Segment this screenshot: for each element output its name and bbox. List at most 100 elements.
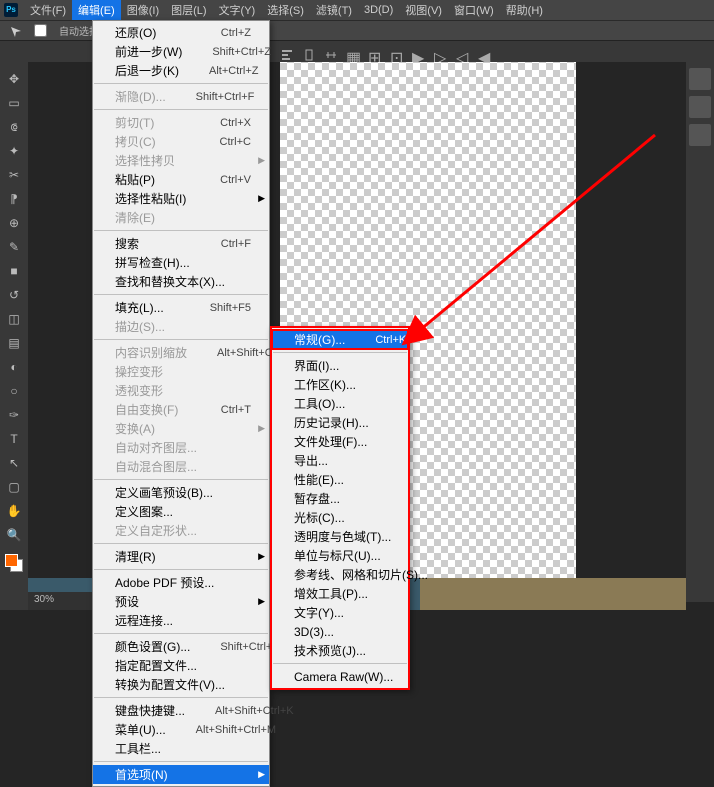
color-swatch[interactable] xyxy=(5,554,23,572)
right-panel-rail xyxy=(686,62,714,602)
menu-item[interactable]: 工作区(K)... xyxy=(272,375,408,394)
menu-window[interactable]: 窗口(W) xyxy=(448,0,500,20)
crop-tool[interactable]: ✂ xyxy=(3,164,25,186)
healing-tool[interactable]: ⊕ xyxy=(3,212,25,234)
lasso-tool[interactable]: ⟃ xyxy=(3,116,25,138)
wand-tool[interactable]: ✦ xyxy=(3,140,25,162)
stamp-tool[interactable]: ■ xyxy=(3,260,25,282)
panel-icon-1[interactable] xyxy=(689,68,711,90)
menu-item[interactable]: 界面(I)... xyxy=(272,356,408,375)
foreground-color-swatch[interactable] xyxy=(5,554,18,567)
menu-item[interactable]: 透明度与色域(T)... xyxy=(272,527,408,546)
menu-item[interactable]: 工具(O)... xyxy=(272,394,408,413)
menu-edit[interactable]: 编辑(E) xyxy=(72,0,121,20)
submenu-arrow-icon: ▶ xyxy=(258,155,265,166)
menu-item[interactable]: 技术预览(J)... xyxy=(272,641,408,660)
menu-item-label: 选择性拷贝 xyxy=(115,152,175,169)
panel-icon-3[interactable] xyxy=(689,124,711,146)
menu-item[interactable]: 远程连接... xyxy=(93,611,269,630)
eyedropper-tool[interactable]: ⁋ xyxy=(3,188,25,210)
menu-file[interactable]: 文件(F) xyxy=(24,0,72,20)
menu-item[interactable]: 光标(C)... xyxy=(272,508,408,527)
menu-separator xyxy=(273,663,407,664)
menu-item-label: 性能(E)... xyxy=(294,471,344,488)
menu-item[interactable]: 单位与标尺(U)... xyxy=(272,546,408,565)
align-icon[interactable] xyxy=(280,48,294,62)
menu-layer[interactable]: 图层(L) xyxy=(165,0,212,20)
menu-item-label: 导出... xyxy=(294,452,328,469)
dodge-tool[interactable]: ○ xyxy=(3,380,25,402)
blur-tool[interactable]: ◐ xyxy=(3,356,25,378)
menu-item[interactable]: 查找和替换文本(X)... xyxy=(93,272,269,291)
arrange-icon[interactable]: ▶ xyxy=(412,48,426,62)
submenu-arrow-icon: ▶ xyxy=(258,596,265,607)
menu-shortcut: Alt+Ctrl+Z xyxy=(209,65,259,77)
distribute-icon[interactable] xyxy=(324,48,338,62)
distribute-icon-2[interactable]: ▦ xyxy=(346,48,360,62)
history-brush-tool[interactable]: ↺ xyxy=(3,284,25,306)
menu-item-label: 清除(E) xyxy=(115,209,155,226)
menu-item[interactable]: Camera Raw(W)... xyxy=(272,667,408,686)
menu-item[interactable]: 搜索Ctrl+F xyxy=(93,234,269,253)
menu-item[interactable]: 历史记录(H)... xyxy=(272,413,408,432)
move-tool[interactable]: ✥ xyxy=(3,68,25,90)
mode-icon-2[interactable]: ⊡ xyxy=(390,48,404,62)
menu-item[interactable]: 填充(L)...Shift+F5 xyxy=(93,298,269,317)
menu-item[interactable]: 还原(O)Ctrl+Z xyxy=(93,23,269,42)
menu-item[interactable]: 首选项(N)▶ xyxy=(93,765,269,784)
menu-item[interactable]: 定义图案... xyxy=(93,502,269,521)
menu-view[interactable]: 视图(V) xyxy=(399,0,448,20)
brush-tool[interactable]: ✎ xyxy=(3,236,25,258)
menu-item[interactable]: 参考线、网格和切片(S)... xyxy=(272,565,408,584)
menu-item-label: 预设 xyxy=(115,593,139,610)
menu-item[interactable]: 选择性粘贴(I)▶ xyxy=(93,189,269,208)
menu-item[interactable]: 指定配置文件... xyxy=(93,656,269,675)
menu-item[interactable]: 清理(R)▶ xyxy=(93,547,269,566)
menu-item[interactable]: 后退一步(K)Alt+Ctrl+Z xyxy=(93,61,269,80)
menu-item[interactable]: 文件处理(F)... xyxy=(272,432,408,451)
zoom-level[interactable]: 30% xyxy=(34,594,54,605)
menu-item[interactable]: 常规(G)...Ctrl+K xyxy=(272,330,408,349)
arrange-icon-4[interactable]: ◀ xyxy=(478,48,492,62)
type-tool[interactable]: T xyxy=(3,428,25,450)
menu-help[interactable]: 帮助(H) xyxy=(500,0,549,20)
menu-item[interactable]: 导出... xyxy=(272,451,408,470)
menu-item[interactable]: Adobe PDF 预设... xyxy=(93,573,269,592)
menu-filter[interactable]: 滤镜(T) xyxy=(310,0,358,20)
pen-tool[interactable]: ✑ xyxy=(3,404,25,426)
menu-item[interactable]: 预设 ▶ xyxy=(93,592,269,611)
path-tool[interactable]: ↖ xyxy=(3,452,25,474)
menu-item: 自动混合图层... xyxy=(93,457,269,476)
menu-type[interactable]: 文字(Y) xyxy=(213,0,262,20)
arrange-icon-2[interactable]: ▷ xyxy=(434,48,448,62)
menu-3d[interactable]: 3D(D) xyxy=(358,2,399,18)
menu-item[interactable]: 前进一步(W)Shift+Ctrl+Z xyxy=(93,42,269,61)
gradient-tool[interactable]: ▤ xyxy=(3,332,25,354)
panel-icon-2[interactable] xyxy=(689,96,711,118)
menu-item[interactable]: 工具栏... xyxy=(93,739,269,758)
align-icon-2[interactable] xyxy=(302,48,316,62)
auto-select-checkbox[interactable] xyxy=(34,24,47,37)
menu-item[interactable]: 菜单(U)...Alt+Shift+Ctrl+M xyxy=(93,720,269,739)
eraser-tool[interactable]: ◫ xyxy=(3,308,25,330)
zoom-tool[interactable]: 🔍 xyxy=(3,524,25,546)
menu-item-label: 透明度与色域(T)... xyxy=(294,528,391,545)
menu-item[interactable]: 键盘快捷键...Alt+Shift+Ctrl+K xyxy=(93,701,269,720)
hand-tool[interactable]: ✋ xyxy=(3,500,25,522)
menu-item[interactable]: 转换为配置文件(V)... xyxy=(93,675,269,694)
menu-item[interactable]: 暂存盘... xyxy=(272,489,408,508)
menu-select[interactable]: 选择(S) xyxy=(261,0,310,20)
menu-item[interactable]: 3D(3)... xyxy=(272,622,408,641)
menu-item[interactable]: 增效工具(P)... xyxy=(272,584,408,603)
menu-image[interactable]: 图像(I) xyxy=(121,0,165,20)
menu-item[interactable]: 颜色设置(G)...Shift+Ctrl+K xyxy=(93,637,269,656)
arrange-icon-3[interactable]: ◁ xyxy=(456,48,470,62)
menu-item[interactable]: 文字(Y)... xyxy=(272,603,408,622)
marquee-tool[interactable]: ▭ xyxy=(3,92,25,114)
menu-item[interactable]: 粘贴(P)Ctrl+V xyxy=(93,170,269,189)
mode-icon[interactable]: ⊞ xyxy=(368,48,382,62)
menu-item[interactable]: 拼写检查(H)... xyxy=(93,253,269,272)
menu-item[interactable]: 定义画笔预设(B)... xyxy=(93,483,269,502)
menu-item[interactable]: 性能(E)... xyxy=(272,470,408,489)
shape-tool[interactable]: ▢ xyxy=(3,476,25,498)
